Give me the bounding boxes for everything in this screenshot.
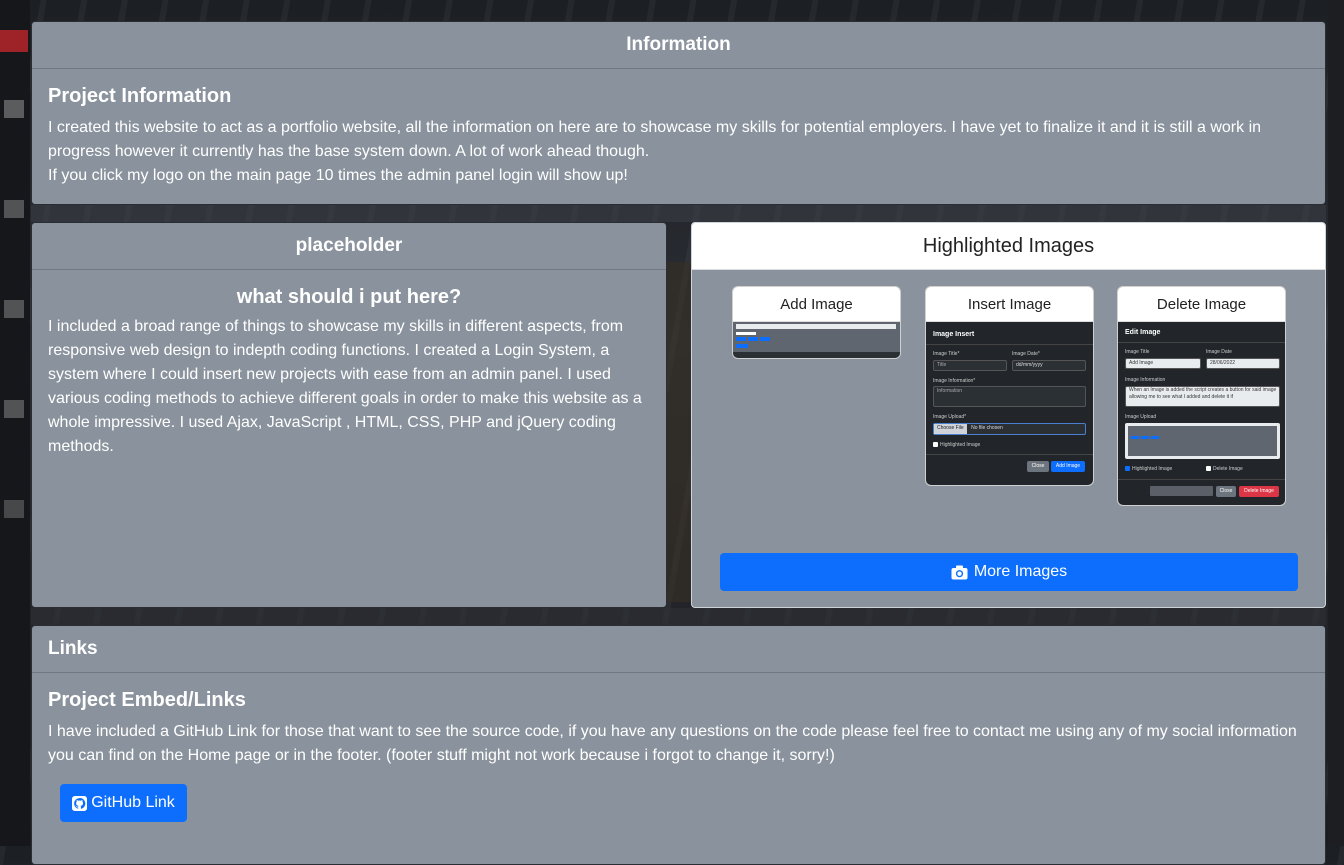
mini-label: Highlighted Image <box>1132 466 1173 472</box>
links-card: Links Project Embed/Links I have include… <box>31 625 1326 865</box>
information-card: Information Project Information I create… <box>31 21 1326 205</box>
mini-checkbox <box>1206 466 1211 471</box>
mini-label: Image Information <box>1125 377 1166 383</box>
camera-icon <box>951 565 968 580</box>
thumbnail-image: Edit Image Image Title Image Date Add Im… <box>1118 322 1285 505</box>
mini-input: Add Image <box>1125 358 1201 369</box>
github-link-label: GitHub Link <box>91 794 175 811</box>
mini-input: Title <box>933 360 1007 371</box>
thumbnail-image: Image Insert Image Title* Image Date* Ti… <box>926 322 1093 485</box>
placeholder-paragraph: I included a broad range of things to sh… <box>48 318 642 455</box>
mini-label: Image Title* <box>933 351 960 357</box>
mini-file-input: Choose File No file chosen <box>933 423 1086 435</box>
mini-no-file: No file chosen <box>971 425 1003 431</box>
placeholder-card-header: placeholder <box>32 223 666 270</box>
mini-label: Image Title <box>1125 349 1150 355</box>
placeholder-title: what should i put here? <box>236 286 462 308</box>
thumbnail-delete-image[interactable]: Delete Image Edit Image Image Title Imag… <box>1117 286 1286 506</box>
thumbnail-insert-image[interactable]: Insert Image Image Insert Image Title* I… <box>925 286 1094 486</box>
thumbnail-title: Delete Image <box>1118 287 1285 322</box>
mini-hidden-field <box>1150 486 1213 496</box>
highlighted-images-header: Highlighted Images <box>692 223 1325 270</box>
more-images-button[interactable]: More Images <box>720 553 1298 591</box>
project-links-paragraph: I have included a GitHub Link for those … <box>48 723 1297 764</box>
thumbnail-title: Insert Image <box>926 287 1093 322</box>
mini-delete-button: Delete Image <box>1239 486 1279 497</box>
thumbnail-title: Add Image <box>733 287 900 322</box>
placeholder-card-body: what should i put here? I included a bro… <box>32 270 666 459</box>
project-information-note: If you click my logo on the main page 10… <box>48 167 628 184</box>
mini-choose-file: Choose File <box>934 424 967 434</box>
github-link-button[interactable]: GitHub Link <box>60 784 187 822</box>
mini-add-button: Add Image <box>1051 461 1085 472</box>
mini-input: 28/06/2022 <box>1206 358 1280 369</box>
links-card-header: Links <box>32 626 1325 673</box>
project-information-title: Project Information <box>48 85 232 107</box>
more-images-label: More Images <box>973 563 1068 580</box>
mini-close-button: Close <box>1216 486 1236 497</box>
information-card-body: Project Information I created this websi… <box>32 69 1325 188</box>
mini-upload-preview <box>1125 423 1280 459</box>
mini-label: Image Date <box>1206 349 1232 355</box>
thumbnail-add-image[interactable]: Add Image <box>732 286 901 359</box>
mini-input: dd/mm/yyyy <box>1012 360 1086 371</box>
placeholder-card: placeholder what should i put here? I in… <box>31 222 667 608</box>
mini-checkbox <box>933 442 938 447</box>
information-card-header: Information <box>32 22 1325 69</box>
mini-textarea: Information <box>933 386 1086 407</box>
mini-textarea: When an Image is added the script create… <box>1125 386 1280 407</box>
mini-label: Image Upload* <box>933 414 967 420</box>
mini-close-button: Close <box>1027 461 1049 472</box>
mini-label: Highlighted Image <box>940 442 981 448</box>
mini-label: Image Information* <box>933 378 976 384</box>
highlighted-images-card: Highlighted Images Add Image Insert Imag… <box>691 222 1326 608</box>
project-information-paragraph: I created this website to act as a portf… <box>48 119 1262 160</box>
mini-label: Image Date* <box>1012 351 1040 357</box>
github-icon <box>72 795 88 811</box>
mini-label: Image Upload <box>1125 414 1157 420</box>
mini-modal-title: Image Insert <box>933 331 975 338</box>
mini-modal-title: Edit Image <box>1125 329 1161 336</box>
mini-checkbox-checked <box>1125 466 1130 471</box>
thumbnail-image <box>733 322 900 358</box>
project-links-title: Project Embed/Links <box>48 689 246 711</box>
mini-label: Delete Image <box>1213 466 1243 472</box>
links-card-body: Project Embed/Links I have included a Gi… <box>32 673 1325 768</box>
